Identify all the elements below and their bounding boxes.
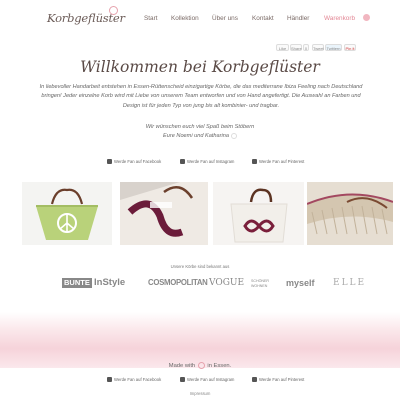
heart-icon (230, 132, 237, 139)
press-label: Unsere Körbe sind bekannt aus (170, 264, 230, 269)
follow-instagram[interactable]: Werde Fan auf Instagram (180, 159, 234, 165)
nav-kollektion[interactable]: Kollektion (171, 15, 199, 22)
like-button[interactable]: Like (276, 44, 289, 51)
nav-warenkorb[interactable]: Warenkorb (324, 15, 355, 22)
nav-haendler[interactable]: Händler (287, 15, 309, 22)
footer-follow-pinterest-label: Werde Fan auf Pinterest (259, 377, 305, 382)
footer-follow-pinterest[interactable]: Werde Fan auf Pinterest (252, 377, 304, 383)
greeting-line-2: Eure Noemi und Katharina (0, 132, 400, 141)
facebook-icon (107, 159, 112, 165)
footer-follow-instagram[interactable]: Werde Fan auf Instagram (180, 377, 234, 383)
follow-facebook-label: Werde Fan auf Facebook (114, 159, 162, 164)
imprint-link[interactable]: Impressum (0, 391, 400, 396)
greeting-line-1: Wir wünschen euch viel Spaß beim Stöbern (145, 124, 255, 130)
footer-pink-band (0, 312, 400, 368)
footer-follow-links: Werde Fan auf Facebook Werde Fan auf Ins… (0, 377, 400, 385)
instagram-icon (180, 377, 185, 383)
pinterest-icon (252, 159, 257, 165)
share-count: 0 (303, 44, 309, 51)
facebook-icon (107, 377, 112, 383)
product-photo-purple-bag[interactable] (120, 182, 208, 245)
follow-instagram-label: Werde Fan auf Instagram (187, 159, 235, 164)
site-header: Korbgeflüster Start Kollektion Über uns … (0, 0, 400, 34)
footer-follow-facebook[interactable]: Werde Fan auf Facebook (107, 377, 161, 383)
cart-heart-icon (363, 14, 370, 21)
follow-facebook[interactable]: Werde Fan auf Facebook (107, 159, 161, 165)
greeting-signature: Eure Noemi und Katharina (163, 133, 229, 140)
pinterest-icon (252, 377, 257, 383)
press-logo-elle: ELLE (333, 278, 367, 288)
logo-heart-icon (109, 6, 118, 15)
follow-pinterest[interactable]: Werde Fan auf Pinterest (252, 159, 304, 165)
tweet-count-button[interactable]: Tweet (312, 44, 324, 51)
nav-start[interactable]: Start (144, 15, 158, 22)
press-logo-cosmopolitan: COSMOPOLITAN (148, 278, 208, 287)
nav-kontakt[interactable]: Kontakt (252, 15, 274, 22)
instagram-icon (180, 159, 185, 165)
press-logo-bunte: BUNTE (62, 278, 92, 288)
page-title: Willkommen bei Korbgeflüster (80, 58, 320, 76)
made-suffix: in Essen. (207, 363, 232, 370)
made-with-love: Made with in Essen. (0, 362, 400, 369)
footer-follow-instagram-label: Werde Fan auf Instagram (187, 377, 235, 382)
made-prefix: Made with (168, 363, 196, 370)
press-logo-myself: myself (286, 278, 315, 288)
heart-icon (197, 362, 205, 369)
press-logo-vogue: VOGUE (209, 278, 245, 288)
intro-text: In liebevoller Handarbeit entstehen in E… (39, 84, 363, 109)
share-button[interactable]: Share (290, 44, 302, 51)
product-photo-white-bag[interactable] (213, 182, 304, 245)
follow-pinterest-label: Werde Fan auf Pinterest (259, 159, 305, 164)
product-photo-woven-detail[interactable] (307, 182, 393, 245)
follow-links: Werde Fan auf Facebook Werde Fan auf Ins… (0, 159, 400, 167)
greeting: Wir wünschen euch viel Spaß beim Stöbern… (0, 123, 400, 142)
site-logo[interactable]: Korbgeflüster (47, 6, 125, 25)
nav-ueber-uns[interactable]: Über uns (212, 15, 238, 22)
press-logo-instyle: InStyle (94, 277, 126, 288)
twitter-button[interactable]: Twittern (325, 44, 342, 51)
press-logo-schoener-wohnen: SCHÖNER WOHNEN (251, 279, 269, 288)
footer-follow-facebook-label: Werde Fan auf Facebook (114, 377, 162, 382)
product-photo-green-basket[interactable] (22, 182, 112, 245)
pin-it-button[interactable]: Pin it (344, 44, 356, 51)
